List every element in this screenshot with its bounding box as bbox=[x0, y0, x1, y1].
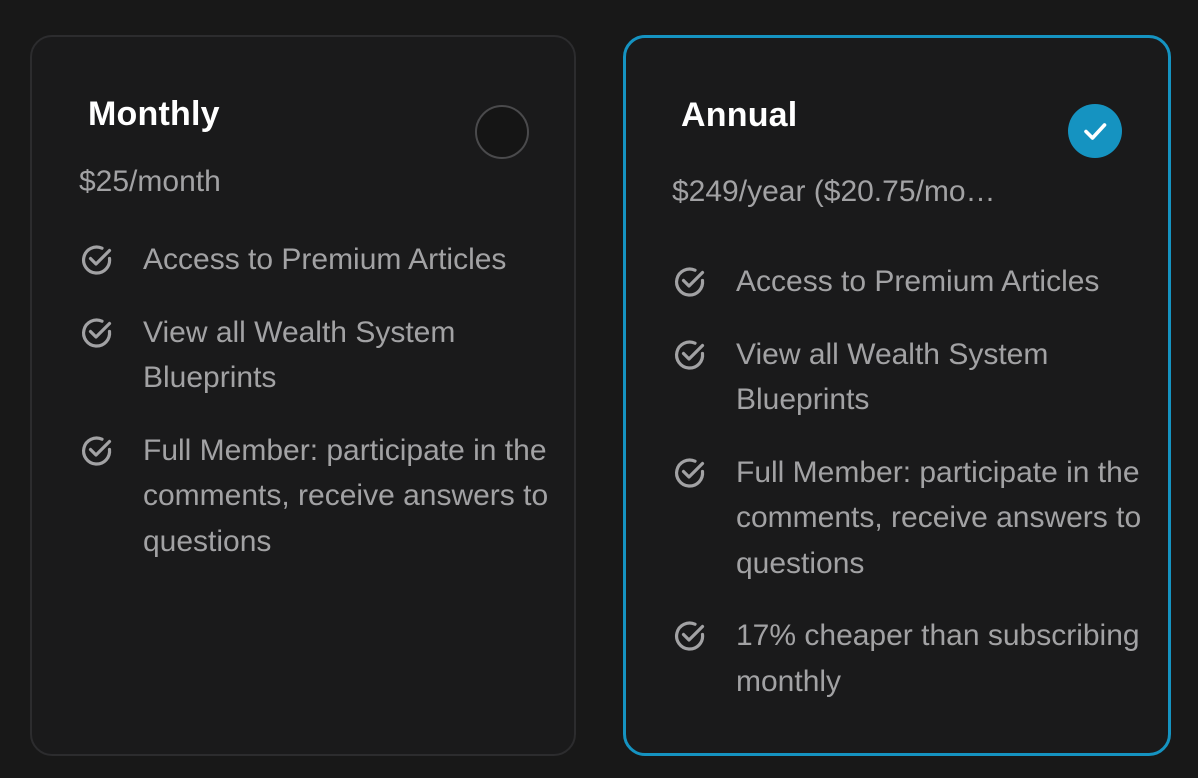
check-circle-icon bbox=[675, 457, 705, 488]
feature-item: Access to Premium Articles bbox=[79, 237, 559, 283]
checkmark-icon bbox=[1084, 123, 1107, 140]
feature-label: View all Wealth System Blueprints bbox=[736, 337, 1049, 417]
feature-label: 17% cheaper than subscribing monthly bbox=[736, 619, 1140, 698]
plan-selector: Monthly $25/month Access to Premium Arti… bbox=[0, 0, 1198, 778]
feature-list: Access to Premium Articles View all Weal… bbox=[672, 259, 1152, 731]
check-circle-icon bbox=[82, 245, 112, 275]
feature-label: Full Member: participate in the comments… bbox=[736, 455, 1142, 580]
plan-title: Monthly bbox=[88, 95, 220, 133]
check-circle-icon bbox=[675, 339, 705, 370]
feature-item: View all Wealth System Blueprints bbox=[672, 332, 1152, 423]
check-circle-icon bbox=[675, 621, 705, 651]
feature-label: Access to Premium Articles bbox=[143, 243, 507, 276]
plan-radio-selected[interactable] bbox=[1068, 104, 1122, 158]
feature-list: Access to Premium Articles View all Weal… bbox=[79, 237, 559, 591]
check-circle-icon bbox=[82, 435, 112, 466]
check-circle-icon bbox=[675, 267, 705, 297]
feature-label: View all Wealth System Blueprints bbox=[143, 315, 456, 395]
check-circle-icon bbox=[82, 317, 112, 348]
feature-item: Access to Premium Articles bbox=[672, 259, 1152, 305]
feature-item: Full Member: participate in the comments… bbox=[672, 450, 1152, 587]
plan-card-monthly[interactable]: Monthly $25/month Access to Premium Arti… bbox=[30, 35, 576, 756]
plan-card-annual[interactable]: Annual $249/year ($20.75/mont... Access … bbox=[623, 35, 1171, 756]
plan-price: $25/month bbox=[79, 165, 221, 198]
feature-label: Access to Premium Articles bbox=[736, 265, 1100, 298]
feature-item: View all Wealth System Blueprints bbox=[79, 310, 559, 401]
feature-item: Full Member: participate in the comments… bbox=[79, 428, 559, 565]
plan-radio-unselected[interactable] bbox=[475, 105, 529, 159]
feature-item: 17% cheaper than subscribing monthly bbox=[672, 613, 1152, 704]
feature-label: Full Member: participate in the comments… bbox=[143, 433, 549, 558]
plan-price: $249/year ($20.75/mont... bbox=[672, 175, 1012, 208]
plan-title: Annual bbox=[681, 96, 798, 134]
